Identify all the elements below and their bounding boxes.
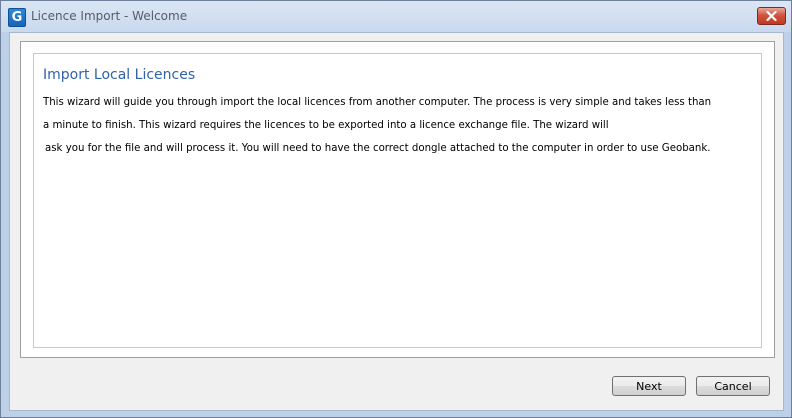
page-heading: Import Local Licences (43, 67, 196, 83)
next-button[interactable]: Next (612, 376, 686, 396)
description-line-2: a minute to finish. This wizard requires… (43, 120, 609, 131)
cancel-button[interactable]: Cancel (696, 376, 770, 396)
close-icon (766, 11, 777, 21)
description-line-3: ask you for the file and will process it… (45, 143, 711, 154)
geobank-app-icon: G (8, 8, 26, 27)
close-button[interactable] (757, 7, 786, 25)
licence-import-window: G Licence Import - Welcome Import Local … (0, 0, 792, 418)
title-bar[interactable]: G Licence Import - Welcome (1, 1, 791, 32)
content-panel: Import Local Licences This wizard will g… (20, 41, 775, 358)
welcome-group: Import Local Licences This wizard will g… (33, 53, 762, 348)
dialog-client-area: Import Local Licences This wizard will g… (9, 32, 784, 411)
window-title: Licence Import - Welcome (31, 9, 188, 23)
description-line-1: This wizard will guide you through impor… (43, 97, 712, 108)
